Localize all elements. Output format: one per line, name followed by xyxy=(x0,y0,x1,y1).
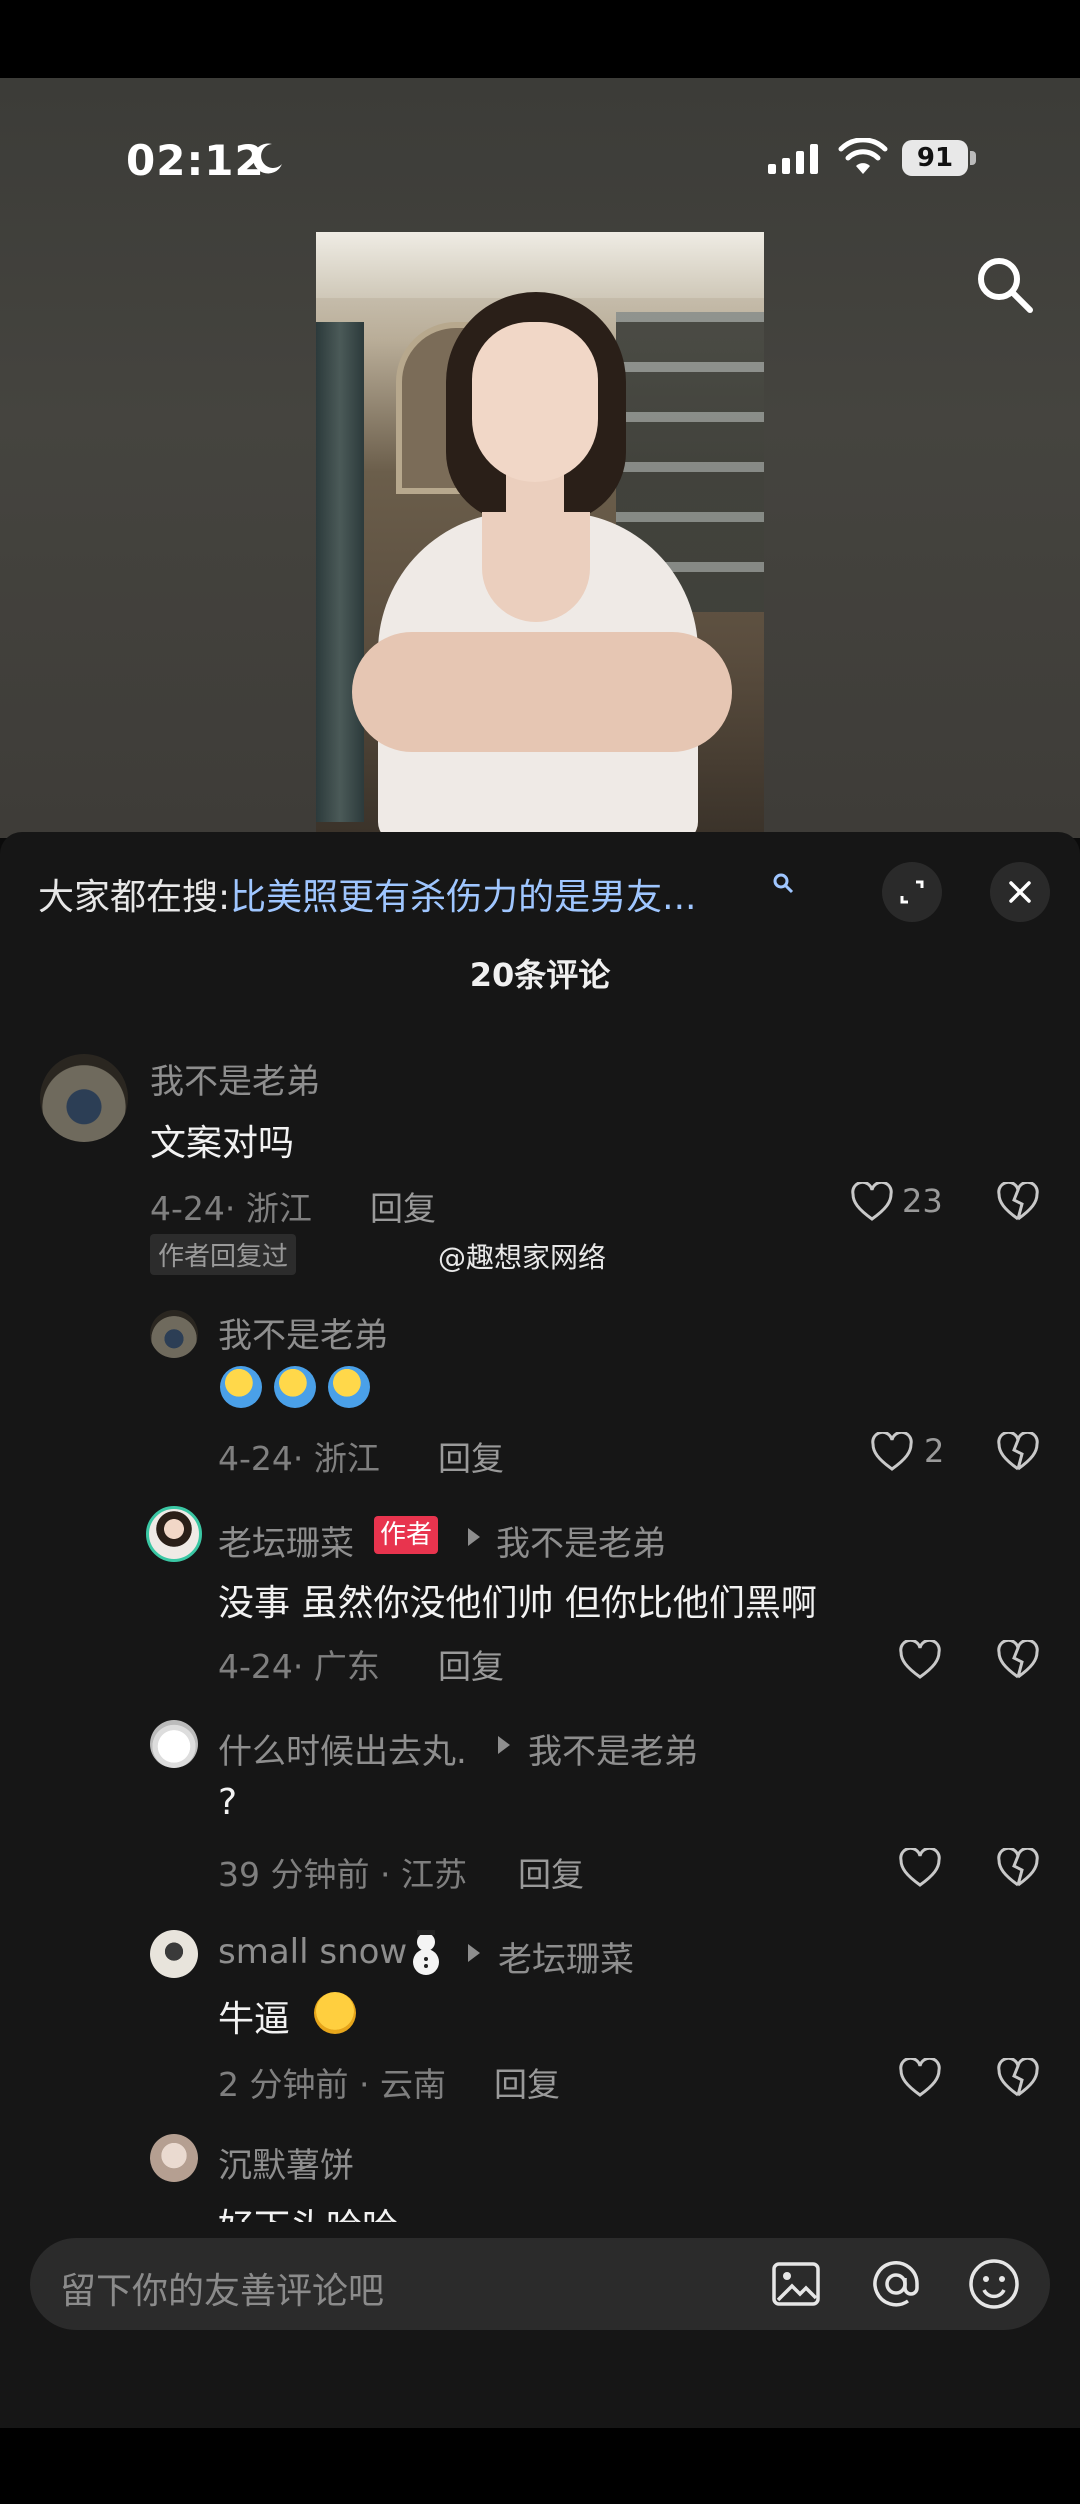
status-bar: 02:12 91 xyxy=(0,128,1080,198)
reply-to-user[interactable]: 老坛珊菜 xyxy=(498,1932,634,1981)
comment-text: 没事 虽然你没他们帅 但你比他们黑啊 xyxy=(218,1583,817,1624)
photo-crossed-arms xyxy=(352,632,732,752)
expand-button[interactable] xyxy=(882,862,942,922)
avatar[interactable] xyxy=(150,1720,198,1768)
comment-username[interactable]: 我不是老弟 xyxy=(150,1054,320,1103)
reply-button[interactable]: 回复 xyxy=(438,1640,504,1688)
author-badge: 作者 xyxy=(374,1516,439,1554)
heart-icon[interactable] xyxy=(898,1640,942,1680)
avatar[interactable] xyxy=(150,2134,198,2182)
mention-icon[interactable] xyxy=(868,2256,924,2312)
comment-text: ? xyxy=(218,1782,238,1823)
avatar[interactable] xyxy=(150,1930,198,1978)
broken-heart-icon[interactable] xyxy=(996,1640,1040,1680)
comment-username[interactable]: 什么时候出去丸. xyxy=(218,1724,467,1773)
reply-to-user[interactable]: 我不是老弟 xyxy=(528,1724,698,1773)
comment-meta: 2 分钟前 · 云南 xyxy=(218,2065,446,2104)
shocked-emoji-icon xyxy=(220,1366,262,1408)
moon-icon xyxy=(253,143,282,174)
comment-text: 文案对吗 xyxy=(150,1123,295,1164)
like-count: 2 xyxy=(924,1432,945,1470)
avatar[interactable] xyxy=(40,1054,128,1142)
heart-icon[interactable] xyxy=(898,1848,942,1888)
wifi-icon xyxy=(838,138,888,174)
comment-text: 牛逼 xyxy=(218,1999,291,2040)
broken-heart-icon[interactable] xyxy=(996,1848,1040,1888)
image-icon[interactable] xyxy=(770,2258,822,2310)
comments-panel: 大家都在搜:比美照更有杀伤力的是男友... 20条评论 我不是老弟 文案对吗 4… xyxy=(0,832,1080,2428)
like-count: 23 xyxy=(902,1182,943,1220)
photo-neckline xyxy=(482,512,590,622)
comment-meta: 4-24· 浙江 xyxy=(150,1189,312,1228)
reply-arrow-icon xyxy=(468,1528,480,1546)
broken-heart-icon[interactable] xyxy=(996,1182,1040,1222)
reply-button[interactable]: 回复 xyxy=(494,2058,560,2106)
battery-level: 91 xyxy=(902,140,968,176)
comment-username[interactable]: 老坛珊菜 xyxy=(218,1516,354,1565)
broken-heart-icon[interactable] xyxy=(996,2058,1040,2098)
close-icon xyxy=(1009,881,1031,903)
comment-input-placeholder: 留下你的友善评论吧 xyxy=(60,2271,385,2312)
heart-icon[interactable] xyxy=(898,2058,942,2098)
post-photo[interactable] xyxy=(316,232,764,832)
small-search-icon xyxy=(773,873,794,894)
photo-face xyxy=(472,322,598,482)
author-replied-tag: 作者回复过 xyxy=(150,1234,297,1275)
broken-heart-icon[interactable] xyxy=(996,1432,1040,1472)
comment-username[interactable]: 我不是老弟 xyxy=(218,1308,388,1357)
emoji-icon[interactable] xyxy=(966,2256,1022,2312)
hot-search-prefix: 大家都在搜: xyxy=(38,877,231,918)
avatar[interactable] xyxy=(150,1310,198,1358)
reply-arrow-icon xyxy=(498,1736,510,1754)
comment-input[interactable]: 留下你的友善评论吧 xyxy=(30,2238,1050,2330)
bottom-black-bar xyxy=(0,2428,1080,2504)
reply-to-user[interactable]: 我不是老弟 xyxy=(496,1516,666,1565)
reply-button[interactable]: 回复 xyxy=(518,1848,584,1896)
comment-meta: 4-24· 浙江 xyxy=(218,1439,380,1478)
comment-meta: 4-24· 广东 xyxy=(218,1647,380,1686)
battery-tip xyxy=(970,151,976,165)
photo-ceiling xyxy=(316,232,764,298)
watermark: @趣想家网络 xyxy=(438,1241,607,1274)
reply-button[interactable]: 回复 xyxy=(370,1182,436,1230)
hot-search[interactable]: 大家都在搜:比美照更有杀伤力的是男友... xyxy=(38,868,696,920)
reply-button[interactable]: 回复 xyxy=(438,1432,504,1480)
heart-icon[interactable] xyxy=(870,1432,914,1472)
comment-username[interactable]: 沉默薯饼 xyxy=(218,2138,354,2187)
signal-icon xyxy=(768,144,818,174)
comment-meta: 39 分钟前 · 江苏 xyxy=(218,1855,467,1894)
expand-icon xyxy=(900,880,924,904)
status-time: 02:12 xyxy=(126,136,265,185)
heart-icon[interactable] xyxy=(850,1182,894,1222)
shocked-emoji-icon xyxy=(328,1366,370,1408)
shocked-emoji-icon xyxy=(274,1366,316,1408)
reply-arrow-icon xyxy=(468,1944,480,1962)
snowman-icon xyxy=(413,1930,439,1975)
comment-username[interactable]: small snow xyxy=(218,1932,407,1972)
comments-count: 20条评论 xyxy=(469,956,611,994)
battery-icon: 91 xyxy=(902,138,978,178)
thinking-emoji-icon xyxy=(314,1992,356,2034)
avatar[interactable] xyxy=(146,1506,202,1562)
search-icon[interactable] xyxy=(972,252,1036,316)
top-black-bar xyxy=(0,0,1080,78)
photo-pillar xyxy=(316,322,364,822)
hot-search-link[interactable]: 比美照更有杀伤力的是男友... xyxy=(230,877,696,918)
close-button[interactable] xyxy=(990,862,1050,922)
